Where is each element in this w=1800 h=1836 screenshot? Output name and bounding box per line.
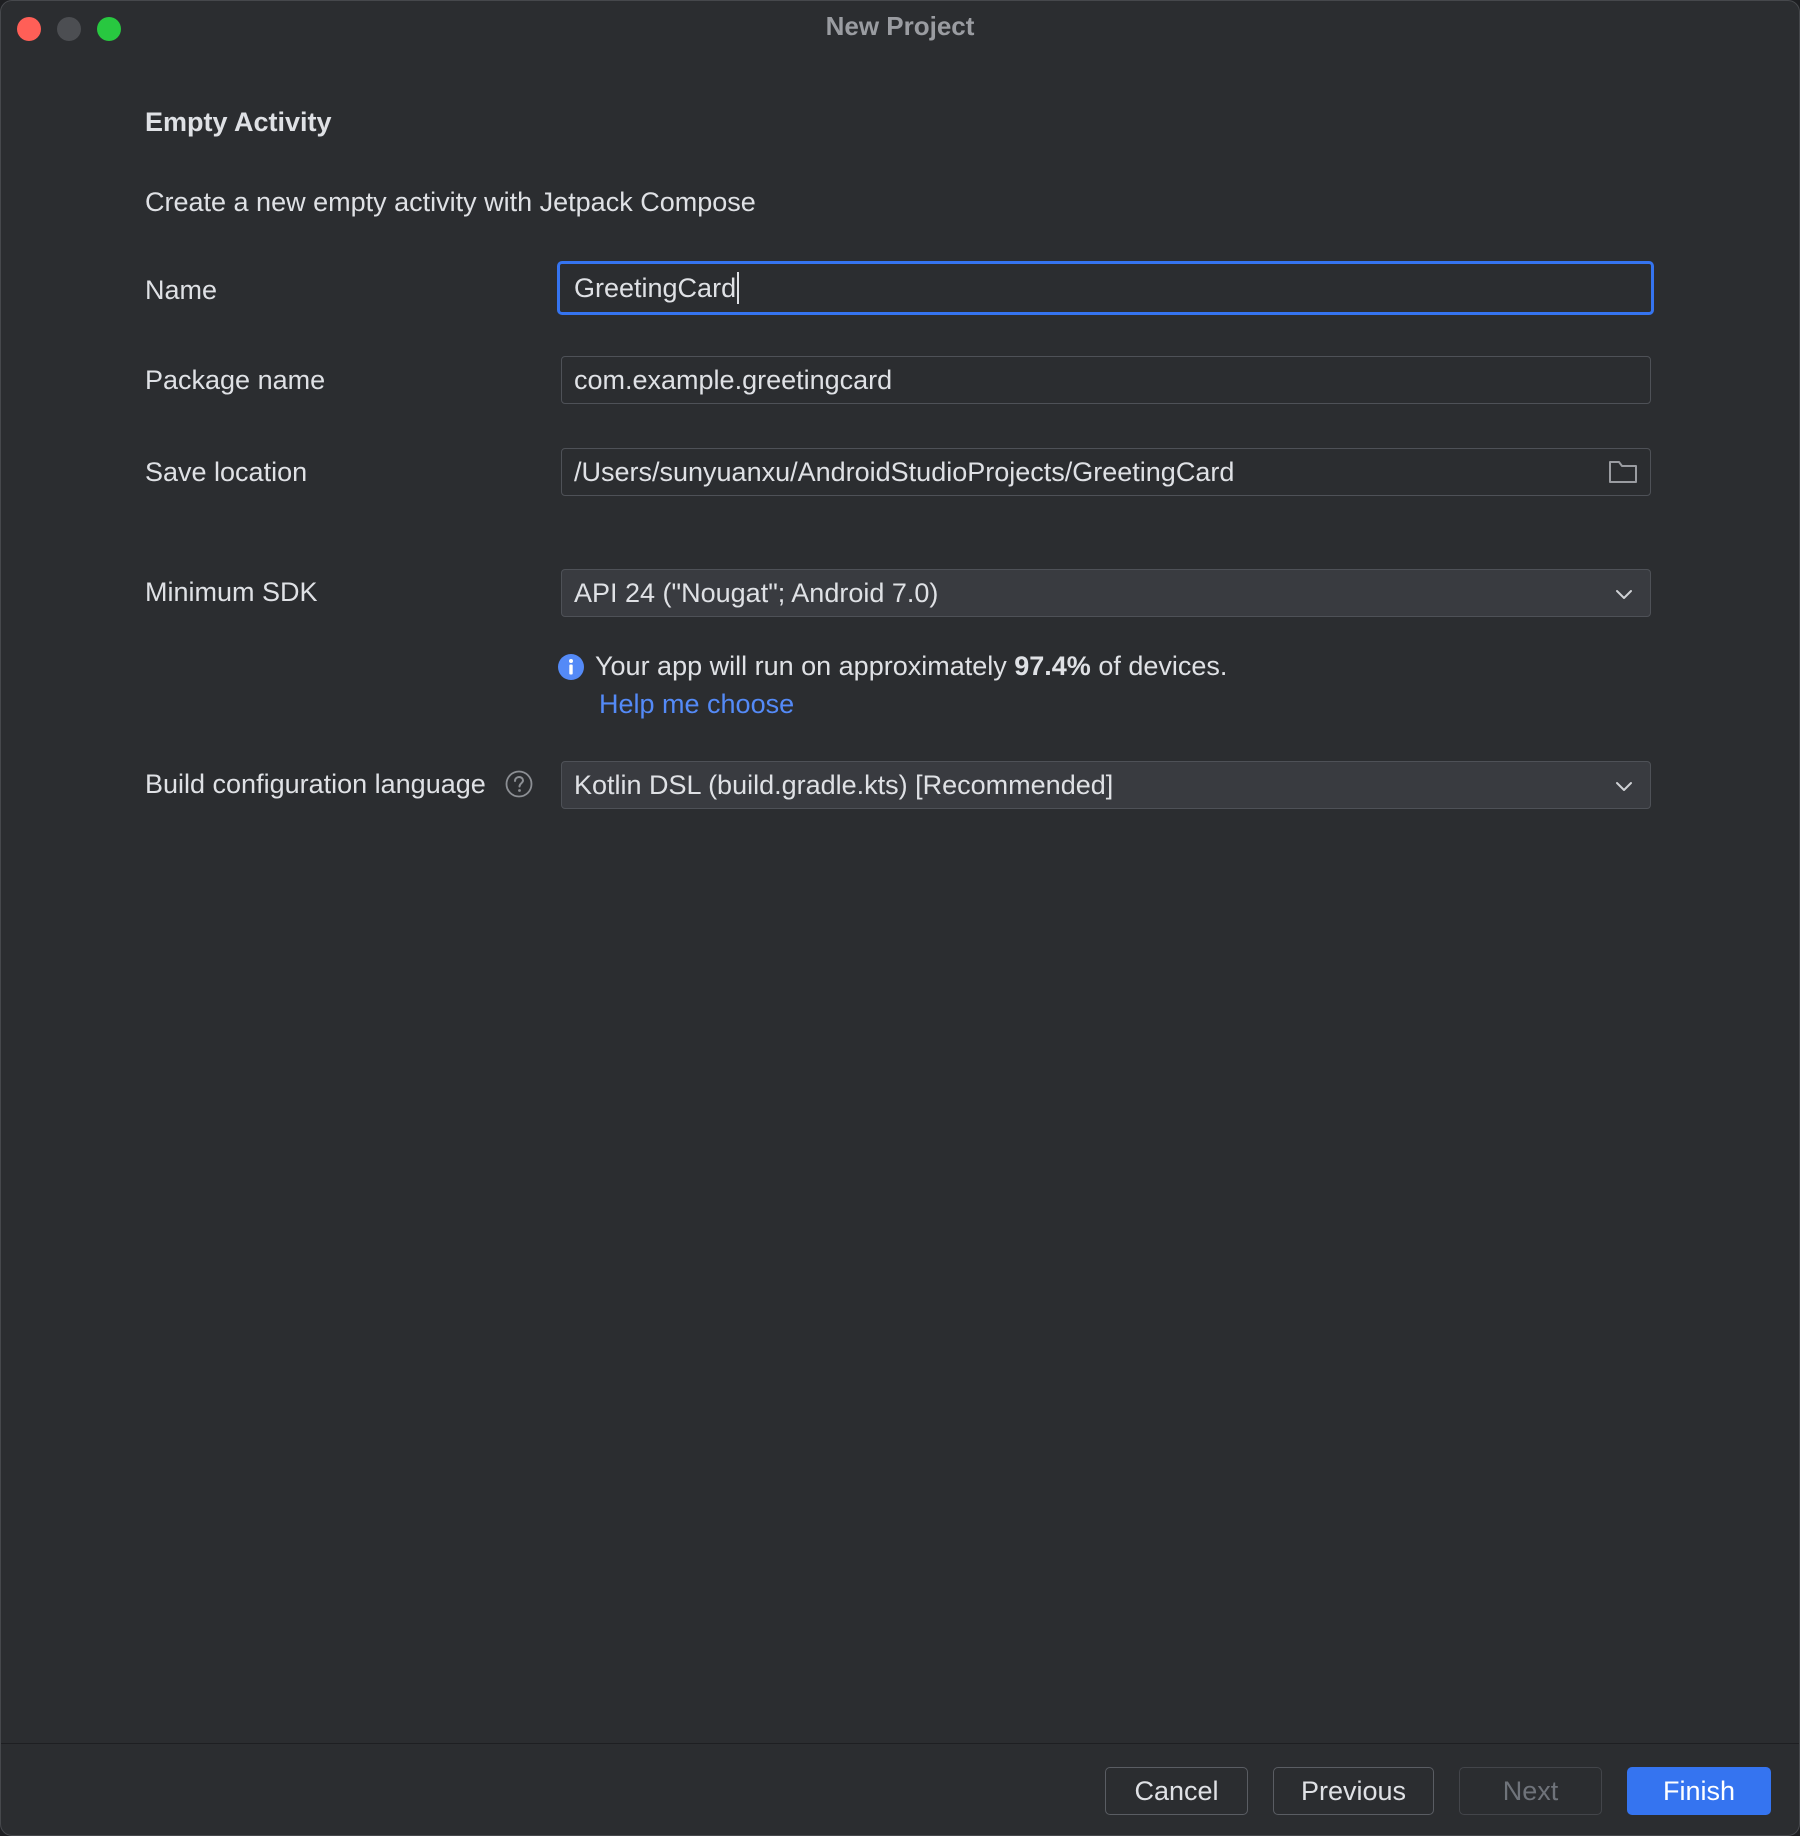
info-suffix: of devices. [1090, 651, 1228, 681]
next-button[interactable]: Next [1459, 1767, 1602, 1815]
folder-icon[interactable] [1608, 458, 1638, 486]
cancel-button[interactable]: Cancel [1105, 1767, 1248, 1815]
name-label: Name [145, 275, 218, 305]
build-language-label: Build configuration language [145, 769, 486, 799]
title-bar: New Project [1, 1, 1799, 55]
package-name-value: com.example.greetingcard [574, 364, 893, 395]
name-field[interactable]: GreetingCard [557, 261, 1654, 315]
text-caret [737, 272, 740, 304]
build-language-dropdown[interactable]: Kotlin DSL (build.gradle.kts) [Recommend… [561, 761, 1651, 809]
chevron-down-icon [1616, 590, 1632, 599]
template-description: Create a new empty activity with Jetpack… [145, 187, 756, 217]
question-icon[interactable] [505, 770, 533, 798]
build-language-value: Kotlin DSL (build.gradle.kts) [Recommend… [574, 769, 1114, 800]
package-name-field[interactable]: com.example.greetingcard [561, 356, 1651, 404]
minimum-sdk-label: Minimum SDK [145, 577, 318, 607]
new-project-dialog: New Project Empty Activity Create a new … [0, 0, 1800, 1836]
name-value: GreetingCard [574, 272, 737, 303]
minimum-sdk-value: API 24 ("Nougat"; Android 7.0) [574, 577, 939, 608]
chevron-down-icon [1616, 782, 1632, 791]
info-prefix: Your app will run on approximately [595, 651, 1015, 681]
previous-button[interactable]: Previous [1273, 1767, 1434, 1815]
save-location-value: /Users/sunyuanxu/AndroidStudioProjects/G… [574, 456, 1235, 487]
device-coverage-info: Your app will run on approximately 97.4%… [557, 651, 1227, 682]
save-location-field[interactable]: /Users/sunyuanxu/AndroidStudioProjects/G… [561, 448, 1651, 496]
save-location-label: Save location [145, 457, 308, 487]
coverage-percent: 97.4% [1014, 651, 1091, 681]
package-name-label: Package name [145, 365, 326, 395]
finish-button[interactable]: Finish [1627, 1767, 1771, 1815]
footer-divider [1, 1743, 1799, 1744]
minimum-sdk-dropdown[interactable]: API 24 ("Nougat"; Android 7.0) [561, 569, 1651, 617]
template-heading: Empty Activity [145, 107, 332, 137]
window-title: New Project [825, 11, 975, 41]
info-icon [558, 653, 584, 680]
help-me-choose-link[interactable]: Help me choose [599, 689, 794, 720]
